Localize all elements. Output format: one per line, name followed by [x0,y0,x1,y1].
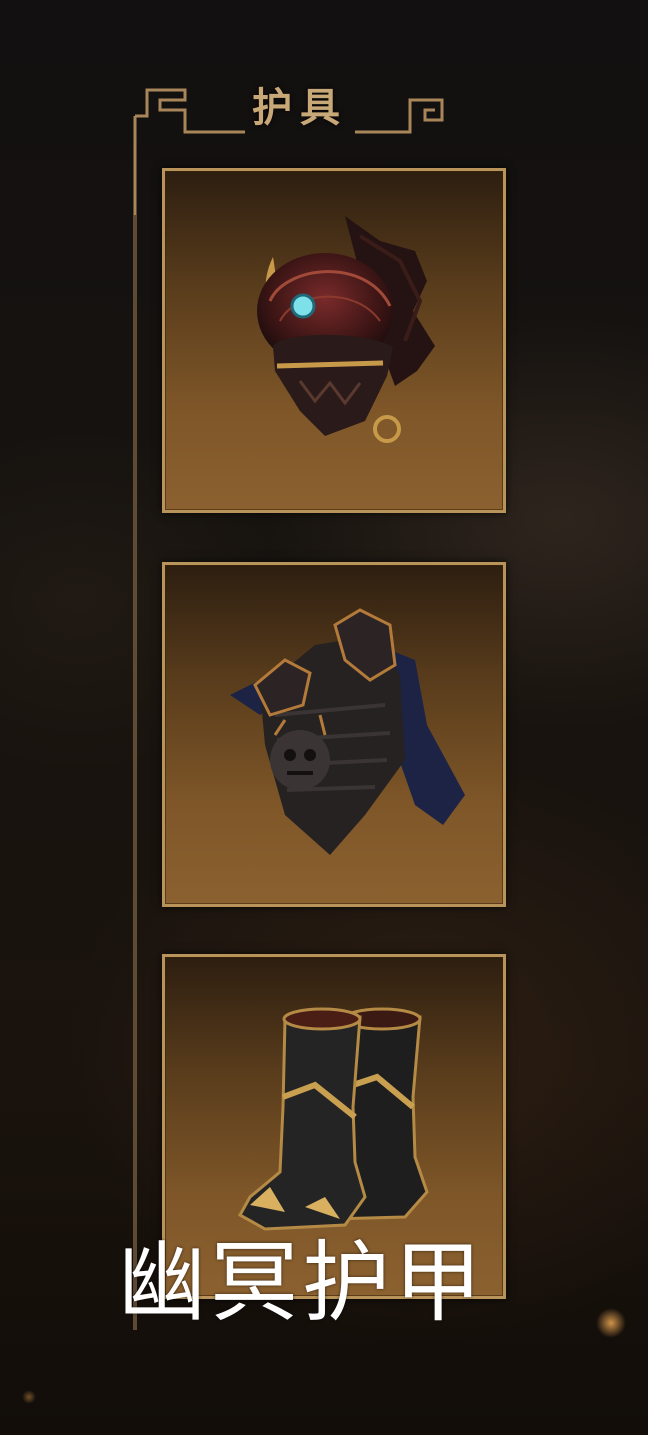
equipment-slot-chest[interactable] [162,562,506,907]
equipment-slot-helmet[interactable] [162,168,506,513]
item-name-caption: 幽冥护甲 [118,1231,487,1334]
panel-title: 护具 [252,84,348,131]
demon-helmet-icon [257,216,435,443]
dark-chest-armor-icon [230,608,465,855]
